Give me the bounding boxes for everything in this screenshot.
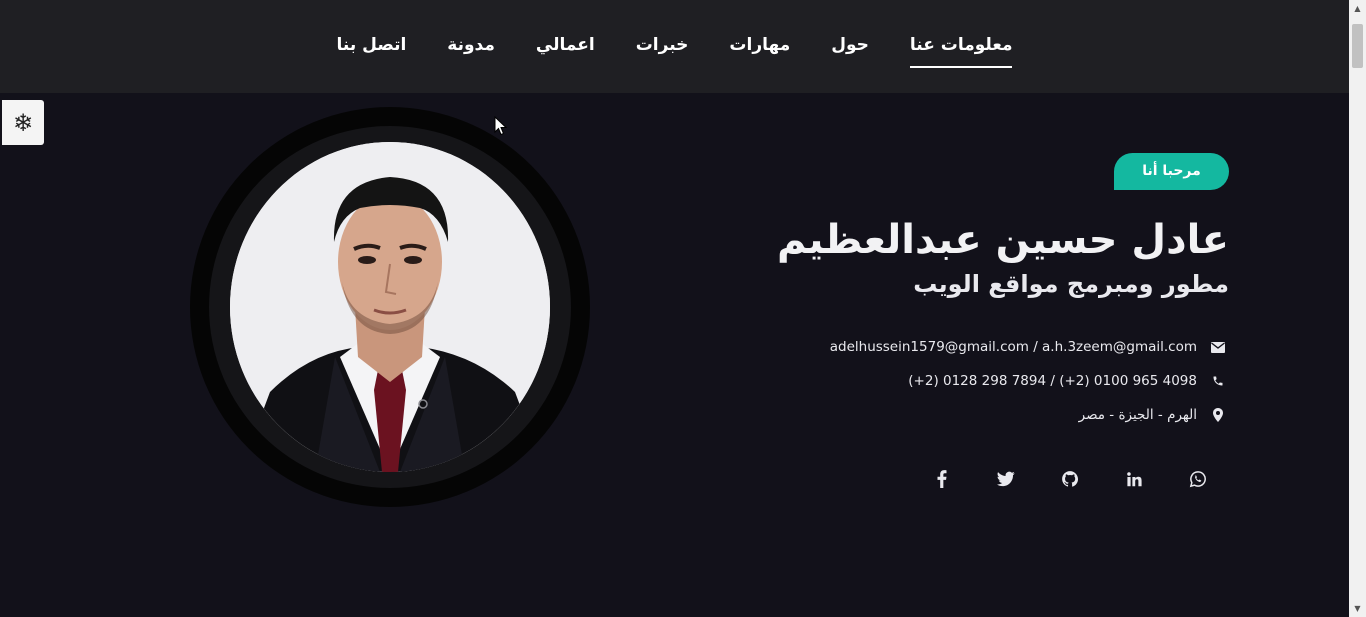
contact-location: الهرم - الجيزة - مصر: [629, 398, 1229, 432]
whatsapp-icon[interactable]: [1187, 468, 1209, 490]
github-icon[interactable]: [1059, 468, 1081, 490]
hero-role: مطور ومبرمج مواقع الويب: [913, 270, 1229, 298]
top-navbar: معلومات عنا حول مهارات خبرات اعمالي مدون…: [0, 0, 1349, 93]
mouse-cursor-icon: [494, 116, 508, 136]
nav-item-experience[interactable]: خبرات: [636, 25, 689, 68]
contact-email: adelhussein1579@gmail.com / a.h.3zeem@gm…: [629, 330, 1229, 364]
nav-menu: معلومات عنا حول مهارات خبرات اعمالي مدون…: [0, 0, 1349, 93]
profile-photo: [230, 142, 550, 472]
map-marker-icon: [1207, 408, 1229, 422]
scroll-down-arrow-icon[interactable]: ▼: [1349, 600, 1366, 617]
phone-text[interactable]: (+2) 0128 298 7894 / (+2) 0100 965 4098: [908, 373, 1197, 389]
snowflake-icon: ❄: [12, 108, 34, 137]
twitter-icon[interactable]: [995, 468, 1017, 490]
theme-toggle-button[interactable]: ❄: [2, 100, 44, 145]
social-links: [629, 468, 1229, 490]
nav-item-contact[interactable]: اتصل بنا: [337, 25, 407, 68]
contact-list: adelhussein1579@gmail.com / a.h.3zeem@gm…: [629, 330, 1229, 432]
hero-name: عادل حسين عبدالعظيم: [776, 217, 1229, 263]
envelope-icon: [1207, 341, 1229, 353]
nav-item-skills[interactable]: مهارات: [729, 25, 790, 68]
person-portrait-image: [230, 142, 550, 472]
profile-photo-inner-ring: [209, 126, 571, 488]
nav-item-portfolio[interactable]: اعمالي: [536, 25, 595, 68]
email-text[interactable]: adelhussein1579@gmail.com / a.h.3zeem@gm…: [830, 339, 1197, 355]
vertical-scrollbar[interactable]: ▲ ▼: [1349, 0, 1366, 617]
phone-icon: [1207, 375, 1229, 387]
hero-section: مرحبا أنا عادل حسين عبدالعظيم مطور ومبرم…: [629, 153, 1229, 490]
nav-item-blog[interactable]: مدونة: [447, 25, 495, 68]
contact-phone: (+2) 0128 298 7894 / (+2) 0100 965 4098: [629, 364, 1229, 398]
facebook-icon[interactable]: [931, 468, 953, 490]
scrollbar-thumb[interactable]: [1352, 24, 1363, 68]
nav-item-about[interactable]: حول: [831, 25, 869, 68]
location-text: الهرم - الجيزة - مصر: [1078, 407, 1197, 423]
greeting-badge: مرحبا أنا: [1114, 153, 1229, 190]
nav-item-about-us[interactable]: معلومات عنا: [909, 25, 1012, 68]
profile-photo-frame: [190, 107, 590, 507]
linkedin-icon[interactable]: [1123, 468, 1145, 490]
scroll-up-arrow-icon[interactable]: ▲: [1349, 0, 1366, 17]
